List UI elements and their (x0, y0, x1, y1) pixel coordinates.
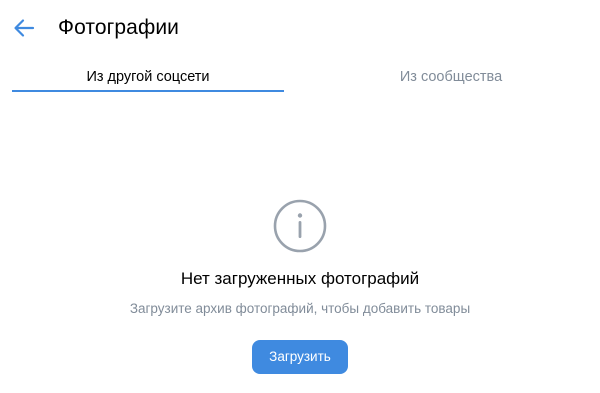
tabs: Из другой соцсети Из сообщества (12, 62, 587, 92)
back-button[interactable] (10, 14, 38, 42)
info-circle-icon (273, 199, 327, 253)
tab-from-community[interactable]: Из сообщества (312, 62, 590, 92)
photos-page: Фотографии Из другой соцсети Из сообщест… (0, 0, 600, 393)
page-title: Фотографии (58, 16, 180, 39)
placeholder-title: Нет загруженных фотографий (180, 269, 420, 288)
arrow-left-icon (14, 19, 35, 37)
empty-placeholder: Нет загруженных фотографий Загрузите арх… (0, 190, 600, 316)
header: Фотографии (0, 0, 600, 56)
upload-button[interactable]: Загрузить (252, 340, 348, 374)
placeholder-text: Загрузите архив фотографий, чтобы добави… (129, 301, 471, 316)
tab-from-other-social-network[interactable]: Из другой соцсети (12, 62, 284, 92)
